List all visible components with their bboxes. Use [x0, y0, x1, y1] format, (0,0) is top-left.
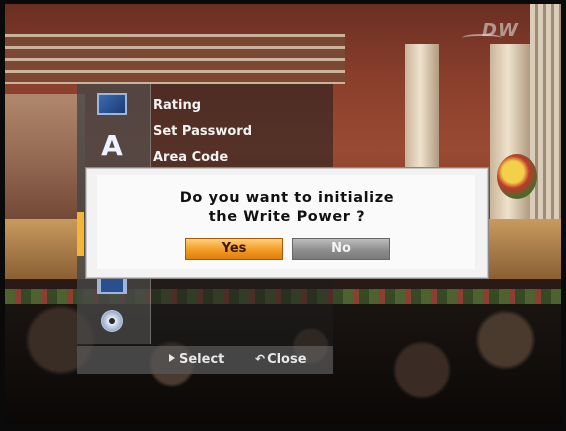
balcony	[5, 34, 345, 84]
arrow-right-icon	[169, 354, 175, 362]
film-icon[interactable]	[97, 90, 127, 116]
channel-logo: DW	[462, 20, 526, 46]
balcony-side	[5, 94, 85, 224]
menu-item-rating[interactable]: Rating	[153, 98, 201, 113]
tv-screen: DW A Rating Set Password Area Code Selec…	[0, 0, 566, 431]
menu-item-set-password[interactable]: Set Password	[153, 124, 252, 139]
language-icon[interactable]: A	[97, 132, 127, 160]
footer-close-hint: ↶ Close	[255, 352, 307, 367]
footer-select-hint: Select	[169, 352, 224, 367]
return-icon: ↶	[255, 352, 266, 366]
dialog-message-line1: Do you want to initialize	[179, 190, 395, 206]
yes-button[interactable]: Yes	[185, 238, 283, 260]
no-button[interactable]: No	[292, 238, 390, 260]
dialog-message-line2: the Write Power ?	[208, 209, 366, 225]
wall-panel	[530, 4, 561, 254]
flower-bouquet	[497, 154, 537, 199]
disc-icon[interactable]	[97, 310, 127, 336]
column	[490, 44, 530, 244]
menu-selection-marker	[77, 212, 84, 256]
menu-item-area-code[interactable]: Area Code	[153, 150, 228, 165]
menu-footer: Select ↶ Close	[77, 346, 333, 374]
confirm-dialog: Do you want to initialize the Write Powe…	[86, 168, 488, 278]
